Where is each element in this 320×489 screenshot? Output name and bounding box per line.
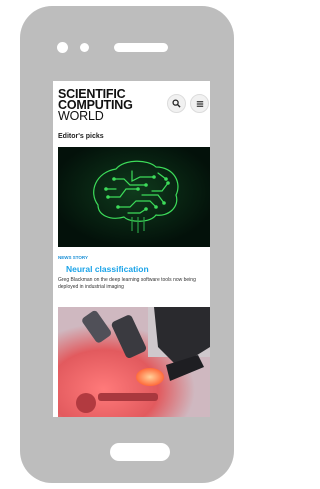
menu-icon bbox=[196, 100, 203, 107]
sensor bbox=[80, 43, 89, 52]
hero-image[interactable] bbox=[58, 147, 210, 247]
search-icon bbox=[172, 99, 181, 108]
circuit-brain-illustration bbox=[58, 147, 210, 247]
front-camera bbox=[57, 42, 68, 53]
article-summary: Greg Blackman on the deep learning softw… bbox=[58, 277, 196, 290]
earpiece-speaker bbox=[114, 43, 168, 52]
home-button[interactable] bbox=[110, 443, 170, 461]
menu-button[interactable] bbox=[190, 94, 209, 113]
search-button[interactable] bbox=[167, 94, 186, 113]
microscope-photo bbox=[58, 307, 210, 417]
site-header: SCIENTIFIC COMPUTING WORLD bbox=[53, 81, 210, 129]
phone-screen: SCIENTIFIC COMPUTING WORLD Editor's pick… bbox=[53, 81, 210, 417]
logo-line-3: WORLD bbox=[58, 109, 104, 123]
phone-frame: SCIENTIFIC COMPUTING WORLD Editor's pick… bbox=[20, 6, 234, 483]
section-title: Editor's picks bbox=[58, 133, 104, 140]
article-headline[interactable]: Neural classification bbox=[66, 264, 149, 274]
site-logo[interactable]: SCIENTIFIC COMPUTING WORLD bbox=[58, 88, 133, 123]
article-kicker: NEWS STORY bbox=[58, 255, 89, 260]
article-photo[interactable] bbox=[58, 307, 210, 417]
